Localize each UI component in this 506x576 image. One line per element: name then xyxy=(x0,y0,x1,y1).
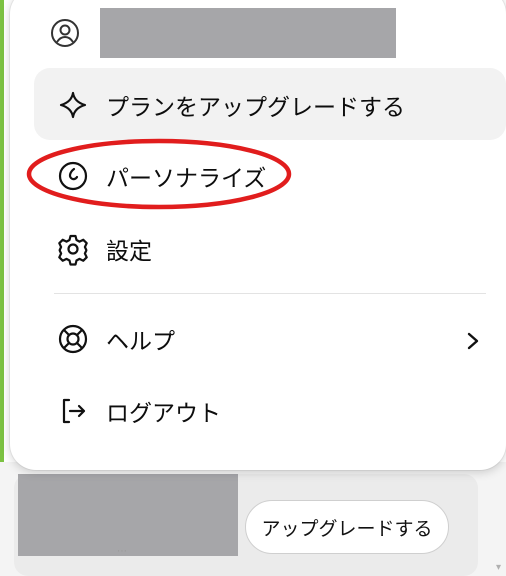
account-row[interactable] xyxy=(46,8,406,58)
gear-icon xyxy=(56,232,90,266)
menu-item-label: ログアウト xyxy=(106,401,221,427)
sidebar-edge xyxy=(0,0,4,470)
menu-item-label: ヘルプ xyxy=(106,329,175,355)
menu-item-personalize[interactable]: パーソナライズ xyxy=(56,154,486,198)
upgrade-button[interactable]: アップグレードする xyxy=(245,500,449,554)
lifebuoy-icon xyxy=(56,322,90,356)
menu-item-label: 設定 xyxy=(106,239,152,265)
chevron-right-icon xyxy=(462,324,484,358)
profile-menu: プランをアップグレードする パーソナライズ 設定 ヘルプ ログアウト xyxy=(10,0,506,470)
user-circle-icon xyxy=(48,16,82,50)
menu-item-upgrade-content[interactable]: プランをアップグレードする xyxy=(56,83,486,127)
menu-item-help[interactable]: ヘルプ xyxy=(56,317,486,361)
menu-item-logout[interactable]: ログアウト xyxy=(56,389,486,433)
menu-item-label: パーソナライズ xyxy=(106,166,267,192)
scroll-indicator: ▾ xyxy=(496,562,502,573)
personalize-icon xyxy=(56,159,90,193)
menu-divider xyxy=(54,293,486,294)
account-name-redacted xyxy=(100,8,396,58)
sparkle-icon xyxy=(56,88,90,122)
menu-item-settings[interactable]: 設定 xyxy=(56,227,486,271)
logout-icon xyxy=(56,394,90,428)
redacted-profile xyxy=(18,474,238,556)
menu-item-label: プランをアップグレードする xyxy=(106,95,405,121)
decoration-glyph: ⋯ xyxy=(117,546,127,557)
